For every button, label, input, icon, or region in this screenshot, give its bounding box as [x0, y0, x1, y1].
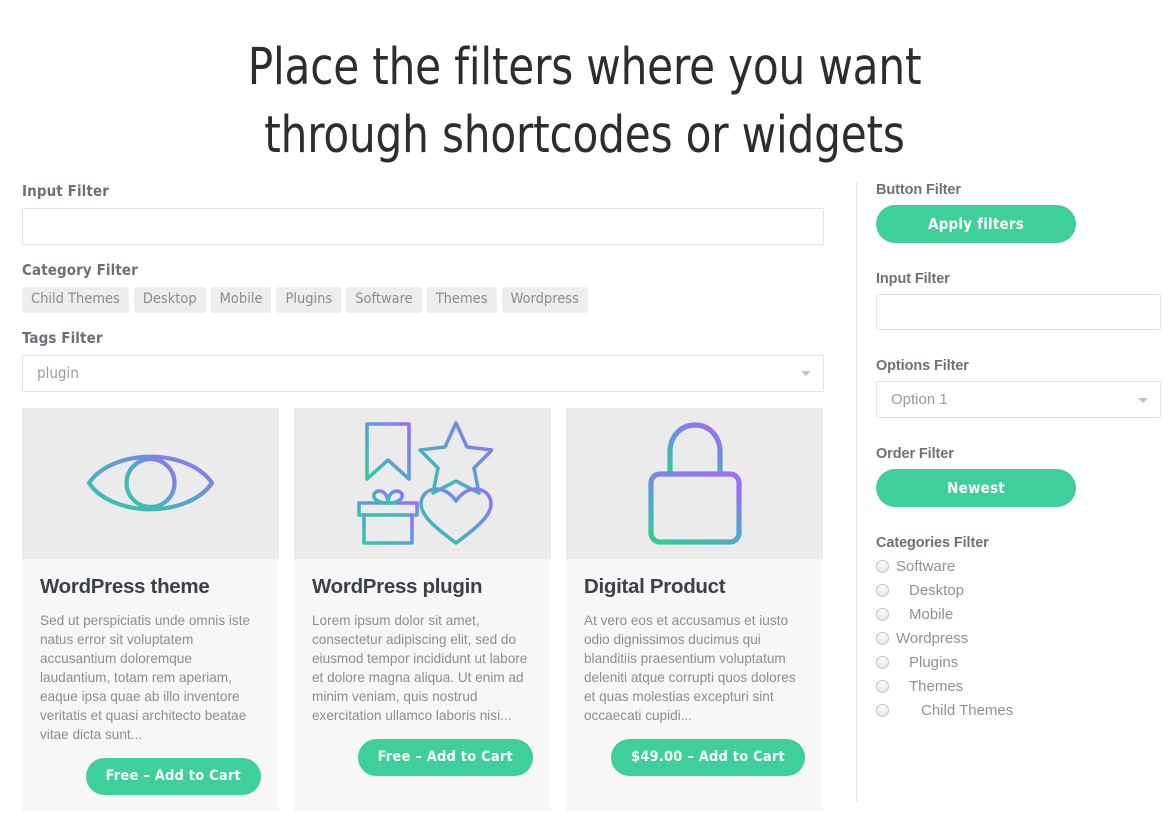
category-radio-label: Child Themes [921, 702, 1014, 719]
add-to-cart-button[interactable]: $49.00 – Add to Cart [610, 738, 805, 776]
category-radio-row[interactable]: Themes [876, 678, 1161, 695]
sidebar-categories-filter-group: Categories Filter Software Desktop Mobil… [876, 535, 1161, 719]
sidebar-button-filter-label: Button Filter [876, 182, 961, 198]
product-card[interactable]: WordPress theme Sed ut perspiciatis unde… [22, 407, 279, 811]
sidebar-options-filter-label: Options Filter [876, 358, 969, 374]
category-pill[interactable]: Plugins [276, 287, 342, 313]
product-image [294, 407, 551, 559]
tags-filter-value: plugin [37, 364, 79, 382]
chevron-down-icon [1138, 397, 1148, 403]
apply-filters-button[interactable]: Apply filters [876, 205, 1076, 243]
product-description: Sed ut perspiciatis unde omnis iste natu… [40, 612, 251, 742]
sidebar-input-filter-group: Input Filter [876, 271, 1161, 330]
category-radio-label: Wordpress [896, 630, 969, 647]
page-title: Place the filters where you want through… [0, 0, 1169, 170]
category-pill-row: Child Themes Desktop Mobile Plugins Soft… [22, 287, 824, 313]
tags-filter-group: Tags Filter plugin [22, 329, 824, 392]
radio-button-icon[interactable] [876, 656, 889, 669]
sidebar: Button Filter Apply filters Input Filter… [856, 182, 1161, 802]
sidebar-options-filter-value: Option 1 [891, 391, 948, 408]
product-footer: $49.00 – Add to Cart [584, 738, 805, 776]
radio-button-icon[interactable] [876, 560, 889, 573]
page-title-line-1: Place the filters where you want [247, 38, 922, 97]
product-grid: WordPress theme Sed ut perspiciatis unde… [22, 407, 824, 811]
sidebar-order-filter-label: Order Filter [876, 446, 954, 462]
product-image [22, 407, 279, 559]
sidebar-options-filter-group: Options Filter Option 1 [876, 358, 1161, 418]
product-body: WordPress theme Sed ut perspiciatis unde… [22, 559, 279, 811]
add-to-cart-button[interactable]: Free – Add to Cart [85, 757, 261, 795]
sidebar-options-filter-select[interactable]: Option 1 [876, 381, 1161, 418]
sidebar-order-filter-group: Order Filter Newest [876, 446, 1161, 507]
tags-filter-label: Tags Filter [22, 328, 103, 347]
category-pill[interactable]: Child Themes [22, 287, 129, 313]
lock-icon [647, 422, 742, 545]
category-radio-row[interactable]: Child Themes [876, 702, 1161, 719]
product-body: WordPress plugin Lorem ipsum dolor sit a… [294, 559, 551, 792]
product-body: Digital Product At vero eos et accusamus… [566, 559, 823, 792]
sidebar-button-filter-group: Button Filter Apply filters [876, 182, 1161, 243]
category-radio-row[interactable]: Software [876, 558, 1161, 575]
category-pill[interactable]: Wordpress [501, 287, 588, 313]
product-image [566, 407, 823, 559]
category-pill[interactable]: Themes [426, 287, 497, 313]
bookmark-star-gift-heart-icon [356, 421, 493, 545]
page-root: Place the filters where you want through… [0, 0, 1169, 823]
radio-button-icon[interactable] [876, 632, 889, 645]
category-radio-label: Mobile [909, 606, 954, 623]
tags-filter-select[interactable]: plugin [22, 354, 824, 392]
main-input-filter-group: Input Filter [22, 182, 824, 245]
content-area: Input Filter Category Filter Child Theme… [0, 182, 1169, 811]
eye-icon [86, 454, 215, 512]
main-column: Input Filter Category Filter Child Theme… [22, 182, 824, 811]
category-radio-row[interactable]: Desktop [876, 582, 1161, 599]
category-radio-label: Plugins [909, 654, 959, 671]
product-description: At vero eos et accusamus et iusto odio d… [584, 612, 796, 723]
category-radio-label: Themes [909, 678, 964, 695]
category-radio-row[interactable]: Plugins [876, 654, 1161, 671]
page-title-line-2: through shortcodes or widgets [264, 106, 905, 165]
radio-button-icon[interactable] [876, 680, 889, 693]
sidebar-input-filter-field[interactable] [876, 294, 1161, 330]
order-filter-button[interactable]: Newest [876, 469, 1076, 507]
main-input-filter-label: Input Filter [22, 182, 109, 200]
category-radio-row[interactable]: Mobile [876, 606, 1161, 623]
category-pill[interactable]: Mobile [210, 287, 272, 313]
product-card[interactable]: WordPress plugin Lorem ipsum dolor sit a… [294, 407, 551, 811]
category-radio-label: Software [896, 558, 956, 575]
product-title: WordPress plugin [312, 574, 483, 598]
category-filter-label: Category Filter [22, 261, 138, 279]
product-card[interactable]: Digital Product At vero eos et accusamus… [566, 407, 823, 811]
category-radio-row[interactable]: Wordpress [876, 630, 1161, 647]
radio-button-icon[interactable] [876, 608, 889, 621]
product-footer: Free – Add to Cart [312, 738, 533, 776]
product-footer: Free – Add to Cart [40, 757, 261, 795]
main-input-filter-field[interactable] [22, 208, 824, 245]
sidebar-input-filter-label: Input Filter [876, 271, 950, 287]
chevron-down-icon [801, 371, 811, 376]
category-pill[interactable]: Software [346, 287, 422, 313]
category-filter-group: Category Filter Child Themes Desktop Mob… [22, 261, 824, 313]
category-radio-label: Desktop [909, 582, 965, 599]
product-title: Digital Product [584, 574, 726, 598]
product-description: Lorem ipsum dolor sit amet, consectetur … [312, 612, 528, 723]
radio-button-icon[interactable] [876, 584, 889, 597]
radio-button-icon[interactable] [876, 704, 889, 717]
product-title: WordPress theme [40, 574, 210, 598]
sidebar-categories-filter-label: Categories Filter [876, 535, 989, 551]
add-to-cart-button[interactable]: Free – Add to Cart [357, 738, 533, 776]
category-pill[interactable]: Desktop [133, 287, 206, 313]
